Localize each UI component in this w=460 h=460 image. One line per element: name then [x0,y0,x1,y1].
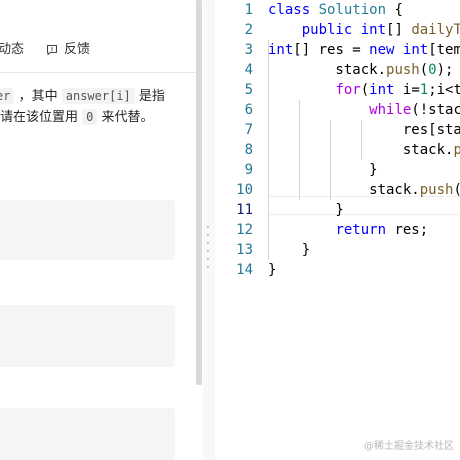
line-number: 14 [236,262,253,278]
description-line: er ，其中 answer[i] 是指 [0,86,165,107]
line-number: 10 [236,182,253,198]
problem-pane: 动态 反馈 er ，其中 answer[i] 是指 请在该位置用 0 来代替。 [0,0,196,460]
code-line: int[] res = new int[temperatures.length]… [268,42,460,58]
line-number: 4 [244,62,253,78]
problem-tabbar: 动态 反馈 [0,38,196,62]
description-text: 请在该位置用 [0,110,79,125]
code-line: class Solution { [268,2,403,18]
line-number: 11 [236,202,253,218]
line-number: 13 [236,242,253,258]
code-line: } [268,262,277,278]
tab-feedback-label: 反馈 [64,42,91,57]
description-text: 是指 [138,89,165,104]
code-line: } [268,162,378,178]
tab-activity[interactable]: 动态 [0,38,24,62]
line-number: 5 [244,82,253,98]
code-line: for(int i=1;i<temperatures.length;i++){ [335,82,460,98]
code-line: stack.pop(); [268,142,460,158]
description-text: ，其中 [18,89,58,104]
inline-code: er [0,88,15,104]
line-number: 6 [244,102,253,118]
code-line: public int[] dailyTemperatures( [301,22,460,38]
code-line: stack.push(i); [268,182,460,198]
inline-code: 0 [82,109,98,125]
tab-feedback[interactable]: 反馈 [46,38,90,62]
line-number: 12 [236,222,253,238]
drag-handle-icon[interactable] [207,226,210,268]
example-block [0,305,175,367]
code-line: while(!stack.isEmpty()){ [369,102,460,118]
line-number: 9 [244,162,253,178]
tab-divider [0,72,196,73]
line-number: 1 [244,2,253,18]
feedback-icon [46,44,58,56]
code-editor[interactable]: 1 2 3 4 5 6 7 8 9 10 11 12 13 14 class Solution { pub… [215,0,460,460]
inline-code: answer[i] [61,88,135,104]
code-line: } [268,202,344,218]
code-line: return res; [335,222,429,238]
watermark: @稀土掘金技术社区 [364,441,454,452]
code-line: } [268,242,311,258]
line-number: 3 [244,42,253,58]
code-line: res[stack.peek()] [402,122,460,138]
description-line: 请在该位置用 0 来代替。 [0,107,154,128]
example-block [0,408,175,460]
line-number: 2 [244,22,253,38]
problem-pane-scrollbar[interactable] [196,0,202,385]
description-text: 来代替。 [101,110,154,125]
line-number: 8 [244,142,253,158]
code-line: stack.push(0); [268,62,454,78]
line-number: 7 [244,122,253,138]
example-block [0,200,175,260]
pane-splitter[interactable] [203,0,215,460]
